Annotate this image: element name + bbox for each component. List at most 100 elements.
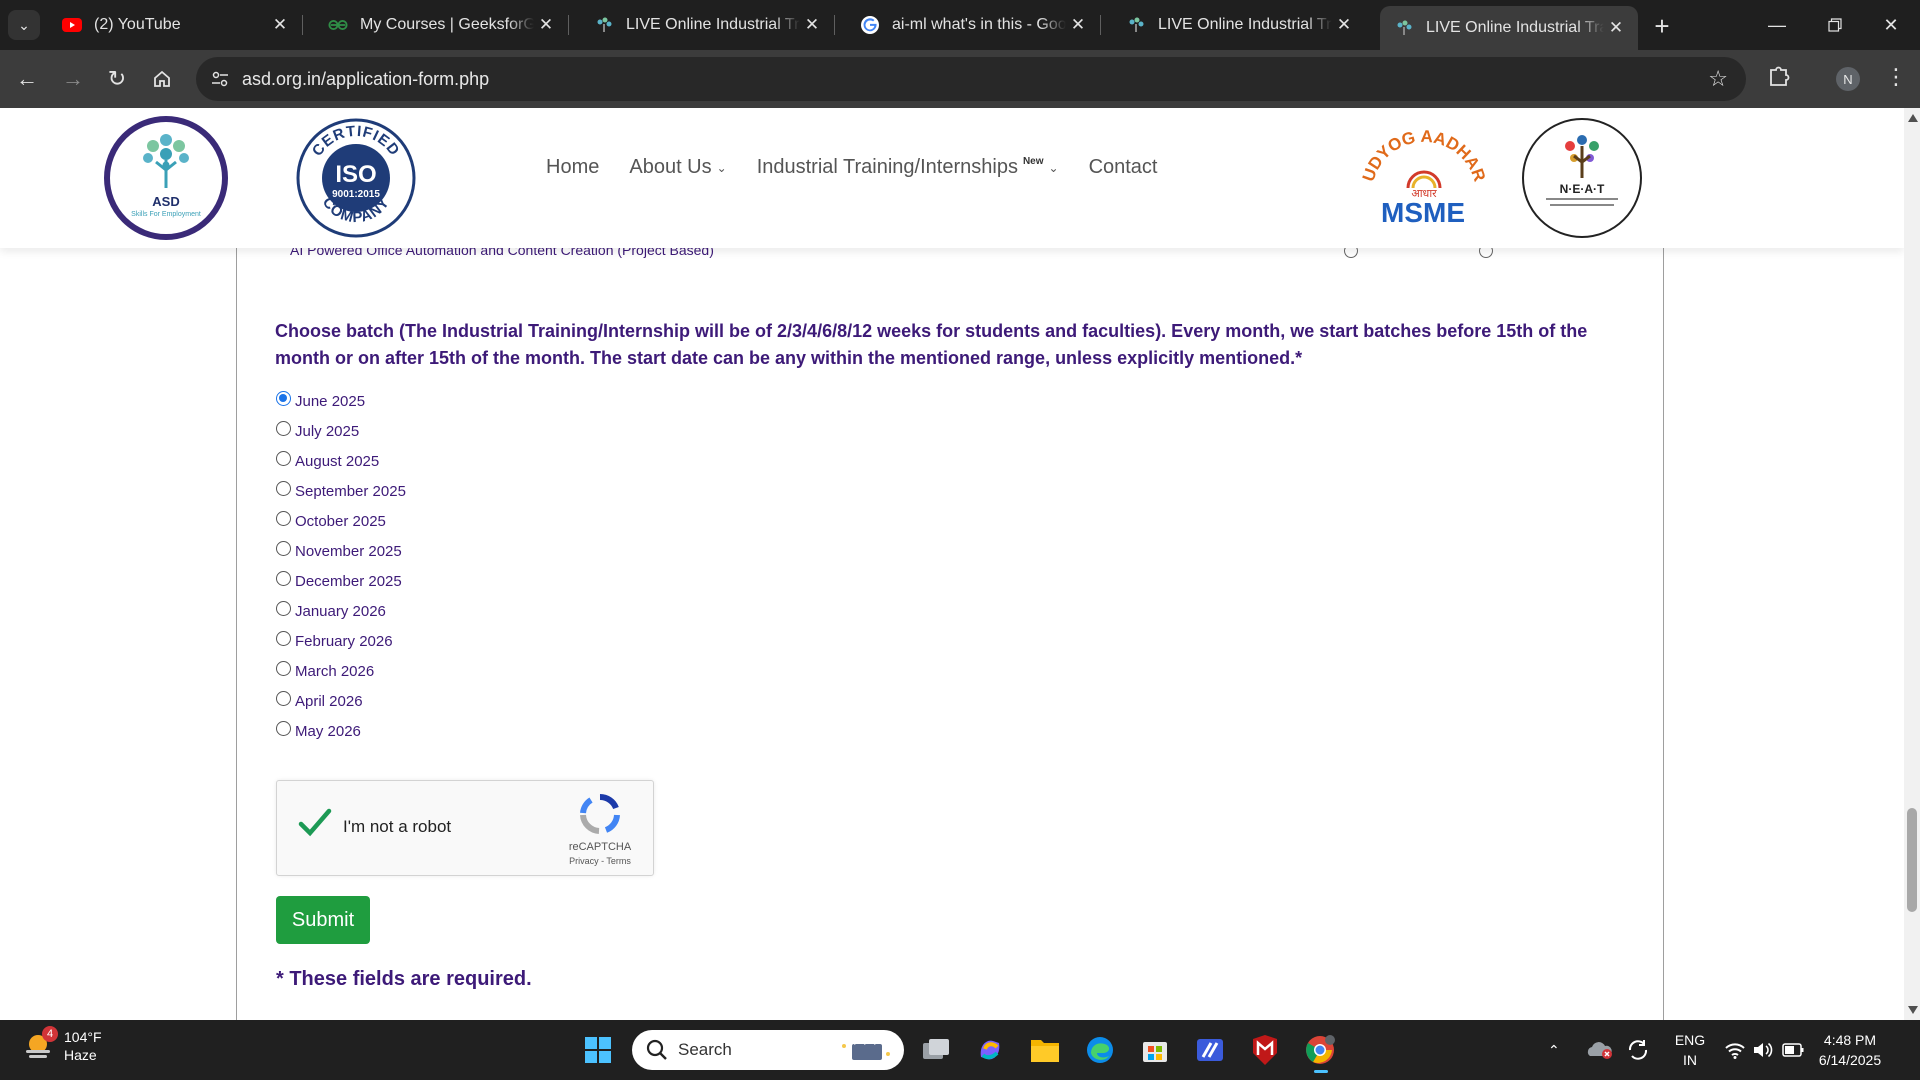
batch-option[interactable]: May 2026 — [276, 716, 406, 746]
bookmark-star-icon[interactable]: ☆ — [1708, 66, 1728, 92]
tab-title: LIVE Online Industrial Training — [1158, 16, 1332, 33]
asd-favicon-icon — [1394, 18, 1414, 38]
start-button[interactable] — [580, 1032, 616, 1068]
radio-button[interactable] — [276, 540, 291, 556]
recaptcha-logo-icon — [580, 793, 620, 834]
sync-button[interactable] — [1626, 1020, 1650, 1080]
radio-button[interactable] — [276, 570, 291, 586]
radio-button[interactable] — [276, 510, 291, 526]
radio-button[interactable] — [276, 690, 291, 706]
asd-logo[interactable]: ASD Skills For Employment — [104, 116, 228, 240]
batch-option[interactable]: January 2026 — [276, 596, 406, 626]
msme-arc-text: UDYOG AADHAR — [1359, 128, 1488, 184]
wifi-button[interactable] — [1724, 1020, 1746, 1080]
radio-button[interactable] — [276, 600, 291, 616]
batch-option[interactable]: February 2026 — [276, 626, 406, 656]
close-icon[interactable]: ✕ — [1604, 16, 1628, 40]
submit-button[interactable]: Submit — [276, 896, 370, 944]
nav-about-us[interactable]: About Us ⌄ — [629, 156, 726, 179]
scrollbar-thumb[interactable] — [1907, 808, 1917, 912]
back-button[interactable]: ← — [10, 62, 44, 96]
restore-button[interactable] — [1806, 0, 1864, 50]
tab-youtube[interactable]: (2) YouTube ✕ — [48, 6, 303, 44]
forward-button[interactable]: → — [56, 62, 90, 96]
onedrive-button[interactable] — [1586, 1020, 1614, 1080]
radio-button[interactable] — [276, 660, 291, 676]
tab-asd-2[interactable]: LIVE Online Industrial Training ✕ — [1112, 6, 1366, 44]
close-icon[interactable]: ✕ — [534, 13, 558, 37]
chevron-up-icon: ⌃ — [1548, 1041, 1560, 1058]
batch-option[interactable]: August 2025 — [276, 446, 406, 476]
tab-separator — [568, 15, 569, 35]
tab-search-button[interactable]: ⌄ — [8, 10, 40, 40]
close-icon[interactable]: ✕ — [268, 13, 292, 37]
menu-kebab-icon[interactable]: ⋮ — [1885, 64, 1907, 90]
batch-option[interactable]: September 2025 — [276, 476, 406, 506]
wifi-icon — [1725, 1043, 1745, 1059]
powerautomate-button[interactable] — [1192, 1032, 1228, 1068]
radio-button[interactable] — [276, 420, 291, 436]
close-window-button[interactable]: ✕ — [1862, 0, 1920, 50]
search-highlight-icon — [842, 1039, 890, 1060]
tray-overflow-button[interactable]: ⌃ — [1548, 1020, 1560, 1080]
tab-geeksforgeeks[interactable]: My Courses | GeeksforGeeks ✕ — [314, 6, 569, 44]
nav-home[interactable]: Home — [546, 156, 599, 179]
batch-option[interactable]: July 2025 — [276, 416, 406, 446]
batch-question: Choose batch (The Industrial Training/In… — [275, 321, 1588, 368]
batch-option[interactable]: April 2026 — [276, 686, 406, 716]
task-view-button[interactable] — [918, 1032, 954, 1068]
radio-button[interactable] — [276, 630, 291, 646]
checkmark-icon[interactable] — [297, 805, 333, 841]
radio-button[interactable] — [276, 720, 291, 736]
site-info-icon[interactable] — [206, 65, 234, 93]
language-indicator[interactable]: ENG IN — [1672, 1030, 1708, 1070]
tab-asd-active[interactable]: LIVE Online Industrial Training ✕ — [1380, 6, 1638, 50]
radio-button[interactable] — [276, 450, 291, 466]
nav-industrial-training[interactable]: Industrial Training/Internships New ⌄ — [757, 156, 1059, 179]
batch-option[interactable]: November 2025 — [276, 536, 406, 566]
clock-date: 6/14/2025 — [1818, 1052, 1882, 1068]
close-icon[interactable]: ✕ — [1332, 13, 1356, 37]
copilot-icon — [980, 1040, 1000, 1060]
batch-option[interactable]: June 2025 — [276, 386, 406, 416]
radio-button-checked[interactable] — [276, 390, 291, 406]
tab-separator — [1100, 15, 1101, 35]
batch-option[interactable]: March 2026 — [276, 656, 406, 686]
store-button[interactable] — [1137, 1032, 1173, 1068]
tab-separator — [834, 15, 835, 35]
tab-asd-1[interactable]: LIVE Online Industrial Training ✕ — [580, 6, 835, 44]
taskbar-search[interactable]: Search — [632, 1030, 904, 1070]
batch-option[interactable]: October 2025 — [276, 506, 406, 536]
close-icon[interactable]: ✕ — [1066, 13, 1090, 37]
copilot-button[interactable] — [972, 1032, 1008, 1068]
neat-subtitle-line — [1550, 204, 1614, 206]
plus-icon: + — [1654, 10, 1670, 41]
page-scrollbar[interactable] — [1904, 108, 1920, 1020]
tab-google-search[interactable]: ai-ml what's in this - Google Search ✕ — [846, 6, 1101, 44]
mcafee-button[interactable] — [1247, 1032, 1283, 1068]
nav-contact[interactable]: Contact — [1089, 156, 1158, 179]
file-explorer-button[interactable] — [1027, 1032, 1063, 1068]
close-icon[interactable]: ✕ — [800, 13, 824, 37]
weather-widget[interactable]: 4 104°F Haze — [20, 1026, 102, 1064]
batch-option[interactable]: December 2025 — [276, 566, 406, 596]
reload-button[interactable]: ↻ — [100, 62, 134, 96]
scroll-up-arrow-icon[interactable] — [1908, 114, 1918, 122]
home-button[interactable] — [145, 62, 179, 96]
recaptcha-widget[interactable]: I'm not a robot reCAPTCHA Privacy - Term… — [276, 780, 654, 876]
chrome-button[interactable] — [1302, 1032, 1338, 1073]
captcha-links[interactable]: Privacy - Terms — [555, 856, 645, 866]
active-app-indicator — [1314, 1070, 1328, 1073]
scroll-down-arrow-icon[interactable] — [1908, 1006, 1918, 1014]
radio-button[interactable] — [276, 480, 291, 496]
asd-favicon-icon — [1126, 15, 1146, 35]
new-tab-button[interactable]: + — [1648, 10, 1676, 41]
minimize-button[interactable]: — — [1748, 0, 1806, 50]
edge-button[interactable] — [1082, 1032, 1118, 1068]
address-bar[interactable]: asd.org.in/application-form.php ☆ — [196, 57, 1746, 101]
volume-button[interactable] — [1752, 1020, 1774, 1080]
system-clock[interactable]: 4:48 PM 6/14/2025 — [1800, 1030, 1900, 1070]
extensions-button[interactable] — [1766, 62, 1796, 92]
forward-arrow-icon: → — [62, 66, 84, 91]
profile-avatar[interactable]: N — [1836, 67, 1860, 91]
